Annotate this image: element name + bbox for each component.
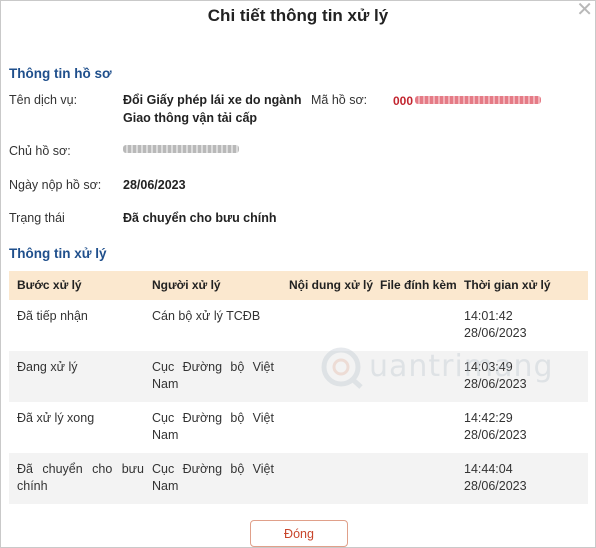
step-cell: Đã chuyển cho bưu chính: [9, 453, 152, 504]
close-icon[interactable]: ✕: [576, 0, 593, 20]
time-text: 14:42:29: [464, 411, 513, 425]
date-text: 28/06/2023: [464, 377, 527, 391]
date-text: 28/06/2023: [464, 428, 527, 442]
file-cell: [380, 300, 464, 351]
file-cell: [380, 351, 464, 402]
status-label: Trạng thái: [9, 211, 65, 225]
table-row: Đã chuyển cho bưu chính Cục Đường bộ Việ…: [9, 453, 588, 504]
code-redacted: [415, 96, 541, 104]
step-cell: Đang xử lý: [9, 351, 152, 402]
handler-text: Cán bộ xử lý TCĐB: [152, 309, 261, 323]
handler-cell: Cục Đường bộ Việt Nam: [152, 402, 289, 453]
service-value: Đổi Giấy phép lái xe do ngành Giao thông…: [123, 91, 302, 127]
file-cell: [380, 453, 464, 504]
handler-text: Cục Đường bộ Việt: [152, 462, 274, 476]
content-cell: [289, 453, 380, 504]
handler-text: Cục Đường bộ Việt: [152, 411, 274, 425]
step-cell: Đã tiếp nhận: [9, 300, 152, 351]
handler-cell: Cục Đường bộ Việt Nam: [152, 351, 289, 402]
date-text: 28/06/2023: [464, 479, 527, 493]
code-label: Mã hồ sơ:: [311, 93, 368, 107]
time-cell: 14:03:49 28/06/2023: [464, 351, 588, 402]
handler-text: Cục Đường bộ Việt: [152, 360, 274, 374]
table-row: Đang xử lý Cục Đường bộ Việt Nam 14:03:4…: [9, 351, 588, 402]
handler-cell: Cục Đường bộ Việt Nam: [152, 453, 289, 504]
col-step: Bước xử lý: [17, 278, 82, 292]
handler-cell: Cán bộ xử lý TCĐB: [152, 300, 289, 351]
close-button[interactable]: Đóng: [250, 520, 348, 547]
step-text: Đã tiếp nhận: [17, 309, 88, 323]
step-cell: Đã xử lý xong: [9, 402, 152, 453]
status-value: Đã chuyển cho bưu chính: [123, 211, 277, 225]
content-cell: [289, 402, 380, 453]
handler-text-2: Nam: [152, 479, 179, 493]
time-text: 14:01:42: [464, 309, 513, 323]
service-value-line1: Đổi Giấy phép lái xe do ngành: [123, 93, 302, 107]
service-label: Tên dịch vụ:: [9, 93, 78, 107]
col-time: Thời gian xử lý: [464, 278, 551, 292]
step-text: Đã xử lý xong: [17, 411, 95, 425]
col-handler: Người xử lý: [152, 278, 221, 292]
handler-text-2: Nam: [152, 377, 179, 391]
processing-section-title: Thông tin xử lý: [9, 246, 107, 261]
file-cell: [380, 402, 464, 453]
time-cell: 14:44:04 28/06/2023: [464, 453, 588, 504]
table-row: Đã tiếp nhận Cán bộ xử lý TCĐB 14:01:42 …: [9, 300, 588, 351]
step-text: Đã chuyển cho bưu: [17, 462, 144, 476]
time-cell: 14:01:42 28/06/2023: [464, 300, 588, 351]
date-text: 28/06/2023: [464, 326, 527, 340]
time-cell: 14:42:29 28/06/2023: [464, 402, 588, 453]
service-value-line2: Giao thông vận tải cấp: [123, 111, 258, 125]
content-cell: [289, 300, 380, 351]
processing-table: Bước xử lý Người xử lý Nội dung xử lý Fi…: [9, 271, 588, 504]
owner-redacted: [123, 145, 239, 153]
submit-date-value: 28/06/2023: [123, 178, 186, 192]
time-text: 14:44:04: [464, 462, 513, 476]
step-text: Đang xử lý: [17, 360, 78, 374]
owner-label: Chủ hồ sơ:: [9, 144, 71, 158]
col-file: File đính kèm: [380, 278, 457, 292]
profile-section-title: Thông tin hồ sơ: [9, 66, 112, 81]
step-text-2: chính: [17, 479, 48, 493]
content-cell: [289, 351, 380, 402]
modal-title: Chi tiết thông tin xử lý: [207, 6, 389, 25]
time-text: 14:03:49: [464, 360, 513, 374]
col-content: Nội dung xử lý: [289, 278, 374, 292]
processing-detail-modal: Chi tiết thông tin xử lý ✕ Thông tin hồ …: [0, 0, 596, 548]
code-prefix: 000: [393, 94, 414, 108]
submit-date-label: Ngày nộp hồ sơ:: [9, 178, 102, 192]
handler-text-2: Nam: [152, 428, 179, 442]
table-row: Đã xử lý xong Cục Đường bộ Việt Nam 14:4…: [9, 402, 588, 453]
table-header: Bước xử lý Người xử lý Nội dung xử lý Fi…: [9, 271, 588, 300]
